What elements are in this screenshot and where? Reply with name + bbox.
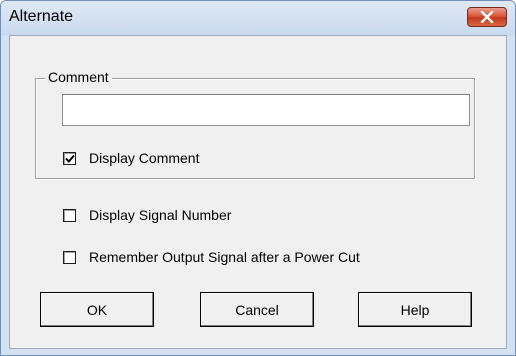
cancel-button[interactable]: Cancel	[200, 292, 314, 327]
remember-output-signal-label: Remember Output Signal after a Power Cut	[89, 249, 360, 265]
display-signal-number-option[interactable]: Display Signal Number	[63, 206, 231, 224]
title-bar[interactable]: Alternate	[1, 1, 515, 35]
comment-input[interactable]	[62, 94, 470, 126]
close-icon	[480, 11, 494, 23]
remember-output-signal-option[interactable]: Remember Output Signal after a Power Cut	[63, 248, 360, 266]
help-button[interactable]: Help	[358, 292, 472, 327]
comment-group-legend: Comment	[45, 69, 112, 85]
ok-button[interactable]: OK	[40, 292, 154, 327]
close-button[interactable]	[467, 7, 507, 27]
dialog-body: Comment Display Comment Display Signal N…	[9, 35, 507, 349]
display-signal-number-checkbox[interactable]	[63, 208, 76, 222]
display-comment-label: Display Comment	[89, 150, 200, 166]
display-comment-checkbox[interactable]	[63, 151, 76, 165]
display-signal-number-label: Display Signal Number	[89, 207, 232, 223]
remember-output-signal-checkbox[interactable]	[63, 250, 76, 264]
dialog-window: Alternate Comment Display Comment Displa…	[0, 0, 516, 356]
display-comment-option[interactable]: Display Comment	[63, 149, 199, 167]
checkmark-icon	[65, 154, 75, 163]
window-title: Alternate	[9, 8, 74, 25]
